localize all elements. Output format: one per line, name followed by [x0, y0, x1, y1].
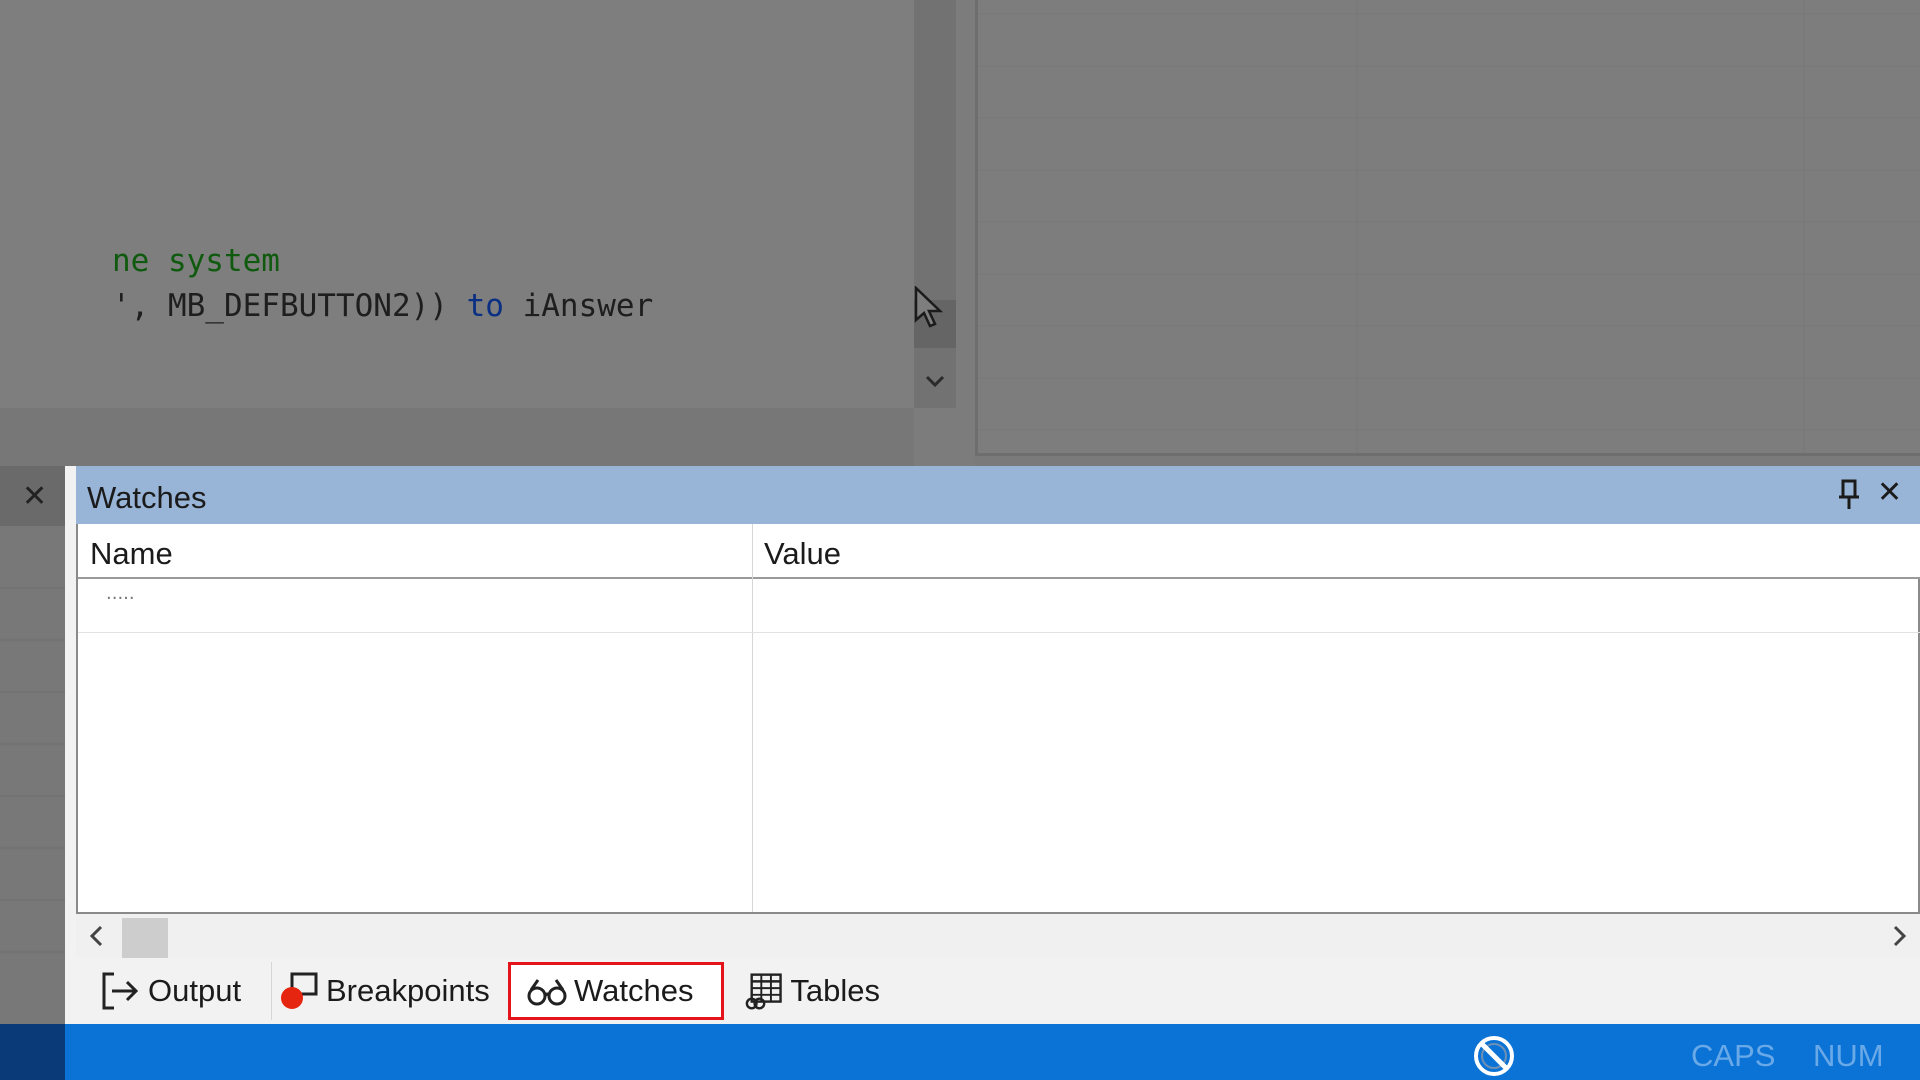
close-icon[interactable]: ✕: [1877, 476, 1907, 510]
code-line-statement: ', MB_DEFBUTTON2)) to iAnswer: [0, 252, 653, 360]
code-text: ', MB_DEFBUTTON2)): [111, 288, 467, 324]
table-row[interactable]: .....: [78, 581, 1920, 633]
tab-breakpoints[interactable]: Breakpoints: [272, 962, 502, 1020]
column-header-value[interactable]: Value: [764, 536, 841, 572]
watch-name-cell[interactable]: .....: [106, 583, 135, 604]
status-bar: CAPS NUM: [0, 1024, 1920, 1080]
close-icon[interactable]: ✕: [22, 482, 52, 512]
left-panel-rows: [0, 587, 65, 953]
chevron-left-icon[interactable]: [84, 922, 110, 950]
pin-icon[interactable]: [1834, 478, 1864, 512]
watches-panel: Watches ✕ Name Value ..... Output Breakp…: [65, 466, 1920, 1024]
status-bar-left-segment: [0, 1024, 65, 1080]
editor-vertical-scrollbar[interactable]: [914, 0, 956, 408]
output-icon: [102, 972, 139, 1010]
bottom-tab-bar: Output Breakpoints Watches Tables: [76, 958, 1920, 1024]
editor-horizontal-scrollbar[interactable]: [0, 408, 914, 848]
left-docked-panel: ✕: [0, 466, 65, 1024]
num-lock-indicator: NUM: [1813, 1038, 1884, 1073]
left-panel-header: ✕: [0, 466, 65, 526]
column-header-name[interactable]: Name: [90, 536, 173, 572]
code-keyword: to: [466, 288, 504, 324]
glasses-icon: [527, 979, 567, 1006]
caps-lock-indicator: CAPS: [1691, 1038, 1776, 1073]
tab-label: Breakpoints: [326, 973, 490, 1008]
no-entry-icon[interactable]: [1472, 1034, 1516, 1078]
chevron-right-icon[interactable]: [1886, 922, 1912, 950]
grid-horizontal-scrollbar[interactable]: [76, 914, 1920, 958]
code-area[interactable]: ne system ', MB_DEFBUTTON2)) to iAnswer: [0, 0, 914, 408]
watches-title-bar: Watches ✕: [76, 466, 1920, 524]
breakpoint-icon: [281, 972, 318, 1009]
tab-label: Tables: [790, 973, 880, 1008]
grid-lines: [978, 0, 1920, 453]
mouse-pointer-icon: [914, 286, 944, 328]
panel-title: Watches: [87, 480, 207, 515]
scroll-thumb[interactable]: [122, 918, 168, 958]
table-icon: [745, 973, 782, 1010]
tab-watches[interactable]: Watches: [508, 962, 724, 1020]
grid-header: Name Value: [78, 524, 1920, 579]
spreadsheet-grid: [975, 0, 1920, 456]
tab-label: Watches: [574, 973, 694, 1008]
code-text-variable: iAnswer: [503, 288, 654, 324]
tab-label: Output: [148, 973, 242, 1008]
watches-grid: Name Value .....: [76, 524, 1920, 914]
code-editor: ne system ', MB_DEFBUTTON2)) to iAnswer: [0, 0, 975, 848]
tab-output[interactable]: Output: [86, 962, 272, 1020]
chevron-down-icon[interactable]: [922, 368, 948, 394]
tab-tables[interactable]: Tables: [730, 962, 880, 1020]
